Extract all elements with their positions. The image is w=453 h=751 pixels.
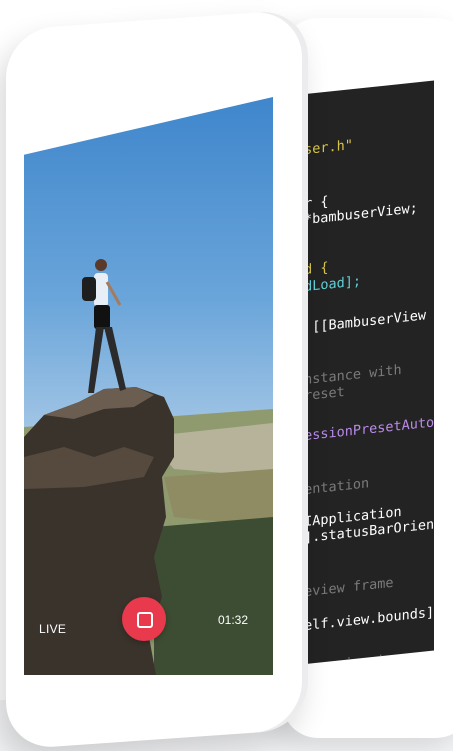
code-line: instance with	[296, 361, 402, 389]
stop-record-button[interactable]	[122, 597, 166, 641]
camera-scene	[24, 259, 273, 675]
live-indicator: LIVE	[39, 622, 67, 636]
code-line: self.view.bounds]	[296, 604, 434, 635]
stop-square-icon	[137, 612, 153, 628]
broadcast-timer: 01:32	[218, 613, 249, 627]
code-line: SessionPresetAuto	[296, 414, 434, 445]
hiker-figure	[82, 259, 126, 393]
landscape-forest	[154, 517, 273, 675]
code-editor-screen: user.h" er { *bambuserView; ad { idLoad]…	[296, 80, 434, 666]
code-line: = [[BambuserView	[296, 307, 427, 337]
camera-preview-screen	[24, 97, 273, 675]
code-line: review frame	[296, 574, 394, 601]
